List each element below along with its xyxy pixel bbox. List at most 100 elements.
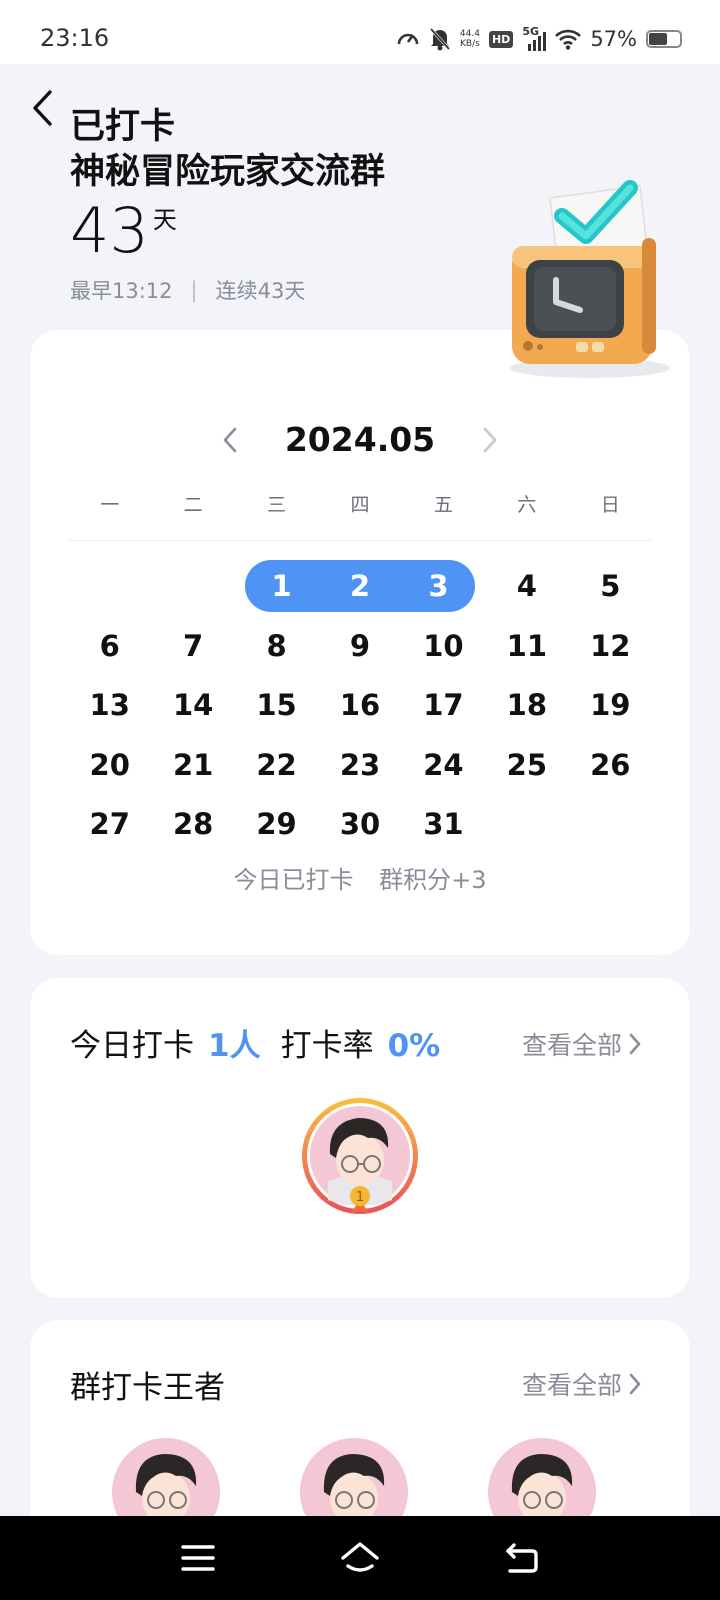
- next-month-button[interactable]: [475, 425, 505, 455]
- calendar-day[interactable]: 23: [318, 739, 401, 791]
- status-time: 23:16: [40, 24, 110, 52]
- calendar-day[interactable]: 30: [318, 798, 401, 850]
- calendar-day[interactable]: 24: [402, 739, 485, 791]
- month-label: 2024.05: [284, 420, 436, 459]
- group-name: 神秘冒险玩家交流群: [70, 152, 386, 192]
- system-nav-bar: [0, 1516, 720, 1600]
- weekday-label: 日: [600, 494, 620, 516]
- calendar-days: 1 2 3 4 5 6 7 8 9 10 11 12 13 14 15 16 17 18 19 20 21 22 23 24 2…: [68, 560, 652, 858]
- home-button[interactable]: [338, 1536, 382, 1580]
- calendar-day[interactable]: 7: [151, 620, 234, 672]
- today-stats: 今日打卡 1人 打卡率 0%: [70, 1020, 460, 1065]
- weekday-header: 一二三四五六日: [68, 490, 652, 517]
- network-type: 5G: [522, 25, 539, 38]
- net-speed-value: 44.4: [459, 29, 480, 39]
- calendar-day[interactable]: 11: [485, 620, 568, 672]
- page-title: 已打卡: [70, 107, 176, 147]
- calendar-card: 2024.05 一二三四五六日 1 2 3 4 5 6 7 8 9 10 11 12 13 14 15 16 1…: [30, 330, 690, 955]
- weekday-label: 五: [433, 494, 453, 516]
- today-checked-text: 今日已打卡: [233, 866, 354, 894]
- calendar-day[interactable]: 12: [569, 620, 652, 672]
- days-unit: 天: [152, 206, 177, 234]
- back-button[interactable]: [22, 88, 62, 128]
- weekday-label: 四: [350, 494, 370, 516]
- calendar-day[interactable]: 21: [151, 739, 234, 791]
- view-all-label: 查看全部: [521, 1371, 622, 1400]
- calendar-day[interactable]: 25: [485, 739, 568, 791]
- summary-separator: |: [190, 278, 198, 302]
- calendar-blank: [151, 560, 234, 620]
- menu-button[interactable]: [176, 1536, 220, 1580]
- calendar-day[interactable]: 29: [235, 798, 318, 850]
- streak-days: 连续43天: [215, 279, 306, 303]
- month-navigator: 2024.05: [30, 420, 690, 459]
- member-avatar[interactable]: 1: [298, 1096, 422, 1220]
- checkin-days: 43 天: [70, 198, 177, 264]
- signal-icon: 5G: [522, 25, 547, 51]
- earliest-time: 最早13:12: [70, 279, 173, 303]
- king-title: 群打卡王者: [70, 1370, 225, 1406]
- battery-icon: [646, 30, 682, 48]
- calendar-day[interactable]: 10: [402, 620, 485, 672]
- view-all-king-button[interactable]: 查看全部: [522, 1366, 642, 1402]
- net-speed-unit: KB/s: [460, 39, 480, 49]
- calendar-day[interactable]: 9: [318, 620, 401, 672]
- chevron-right-icon: [483, 427, 497, 452]
- calendar-day[interactable]: 18: [485, 679, 568, 731]
- calendar-day[interactable]: 1: [244, 560, 319, 612]
- back-nav-button[interactable]: [500, 1536, 544, 1580]
- chevron-left-icon: [223, 427, 237, 452]
- weekday-label: 三: [267, 494, 287, 516]
- battery-percent: 57%: [590, 27, 637, 51]
- chevron-left-icon: [33, 90, 52, 126]
- wifi-icon: [555, 29, 582, 50]
- rank-badge: 1: [356, 1190, 364, 1205]
- checkin-summary: 最早13:12 | 连续43天: [70, 275, 305, 305]
- calendar-day[interactable]: 8: [235, 620, 318, 672]
- speedometer-icon: [397, 33, 419, 45]
- calendar-day[interactable]: 20: [68, 739, 151, 791]
- group-points-text: 群积分+3: [379, 866, 487, 894]
- prev-month-button[interactable]: [215, 425, 245, 455]
- back-icon: [506, 1543, 538, 1573]
- rate-label: 打卡率: [280, 1028, 374, 1064]
- today-label: 今日打卡: [70, 1028, 194, 1064]
- calendar-day[interactable]: 19: [569, 679, 652, 731]
- clock-box-illustration: [510, 180, 670, 378]
- calendar-day[interactable]: 28: [151, 798, 234, 850]
- checkin-status: 今日已打卡 群积分+3: [30, 860, 690, 895]
- calendar-day[interactable]: 13: [68, 679, 151, 731]
- view-all-label: 查看全部: [521, 1031, 622, 1060]
- calendar-day[interactable]: 6: [68, 620, 151, 672]
- chevron-right-icon: [629, 1373, 641, 1395]
- weekday-label: 六: [517, 494, 537, 516]
- status-bar: 23:16 44.4 KB/s HD 5G 57%: [0, 0, 720, 64]
- calendar-day[interactable]: 5: [569, 560, 652, 612]
- menu-icon: [181, 1545, 215, 1571]
- view-all-today-button[interactable]: 查看全部: [522, 1026, 642, 1062]
- hd-icon: HD: [488, 30, 514, 48]
- calendar-day[interactable]: 4: [485, 560, 568, 612]
- calendar-day[interactable]: 16: [318, 679, 401, 731]
- days-count: 43: [70, 194, 149, 267]
- calendar-day[interactable]: 31: [402, 798, 485, 850]
- net-speed: 44.4 KB/s: [460, 29, 480, 49]
- calendar-day[interactable]: 3: [401, 560, 476, 612]
- bell-muted-icon: [429, 27, 451, 51]
- home-icon: [341, 1542, 379, 1572]
- calendar-day[interactable]: 14: [151, 679, 234, 731]
- chevron-right-icon: [629, 1033, 641, 1055]
- calendar-day[interactable]: 26: [569, 739, 652, 791]
- status-icons: 44.4 KB/s HD 5G 57%: [396, 24, 682, 54]
- checkin-rate: 0%: [387, 1028, 441, 1064]
- today-count: 1人: [208, 1028, 261, 1064]
- calendar-day[interactable]: 22: [235, 739, 318, 791]
- calendar-day[interactable]: 2: [318, 560, 402, 612]
- today-checkin-card: 今日打卡 1人 打卡率 0% 查看全部 1: [30, 978, 690, 1298]
- calendar-day[interactable]: 27: [68, 798, 151, 850]
- calendar-day[interactable]: 15: [235, 679, 318, 731]
- calendar-day[interactable]: 17: [402, 679, 485, 731]
- weekday-label: 一: [100, 494, 120, 516]
- weekday-label: 二: [183, 494, 203, 516]
- weekday-divider: [68, 540, 652, 541]
